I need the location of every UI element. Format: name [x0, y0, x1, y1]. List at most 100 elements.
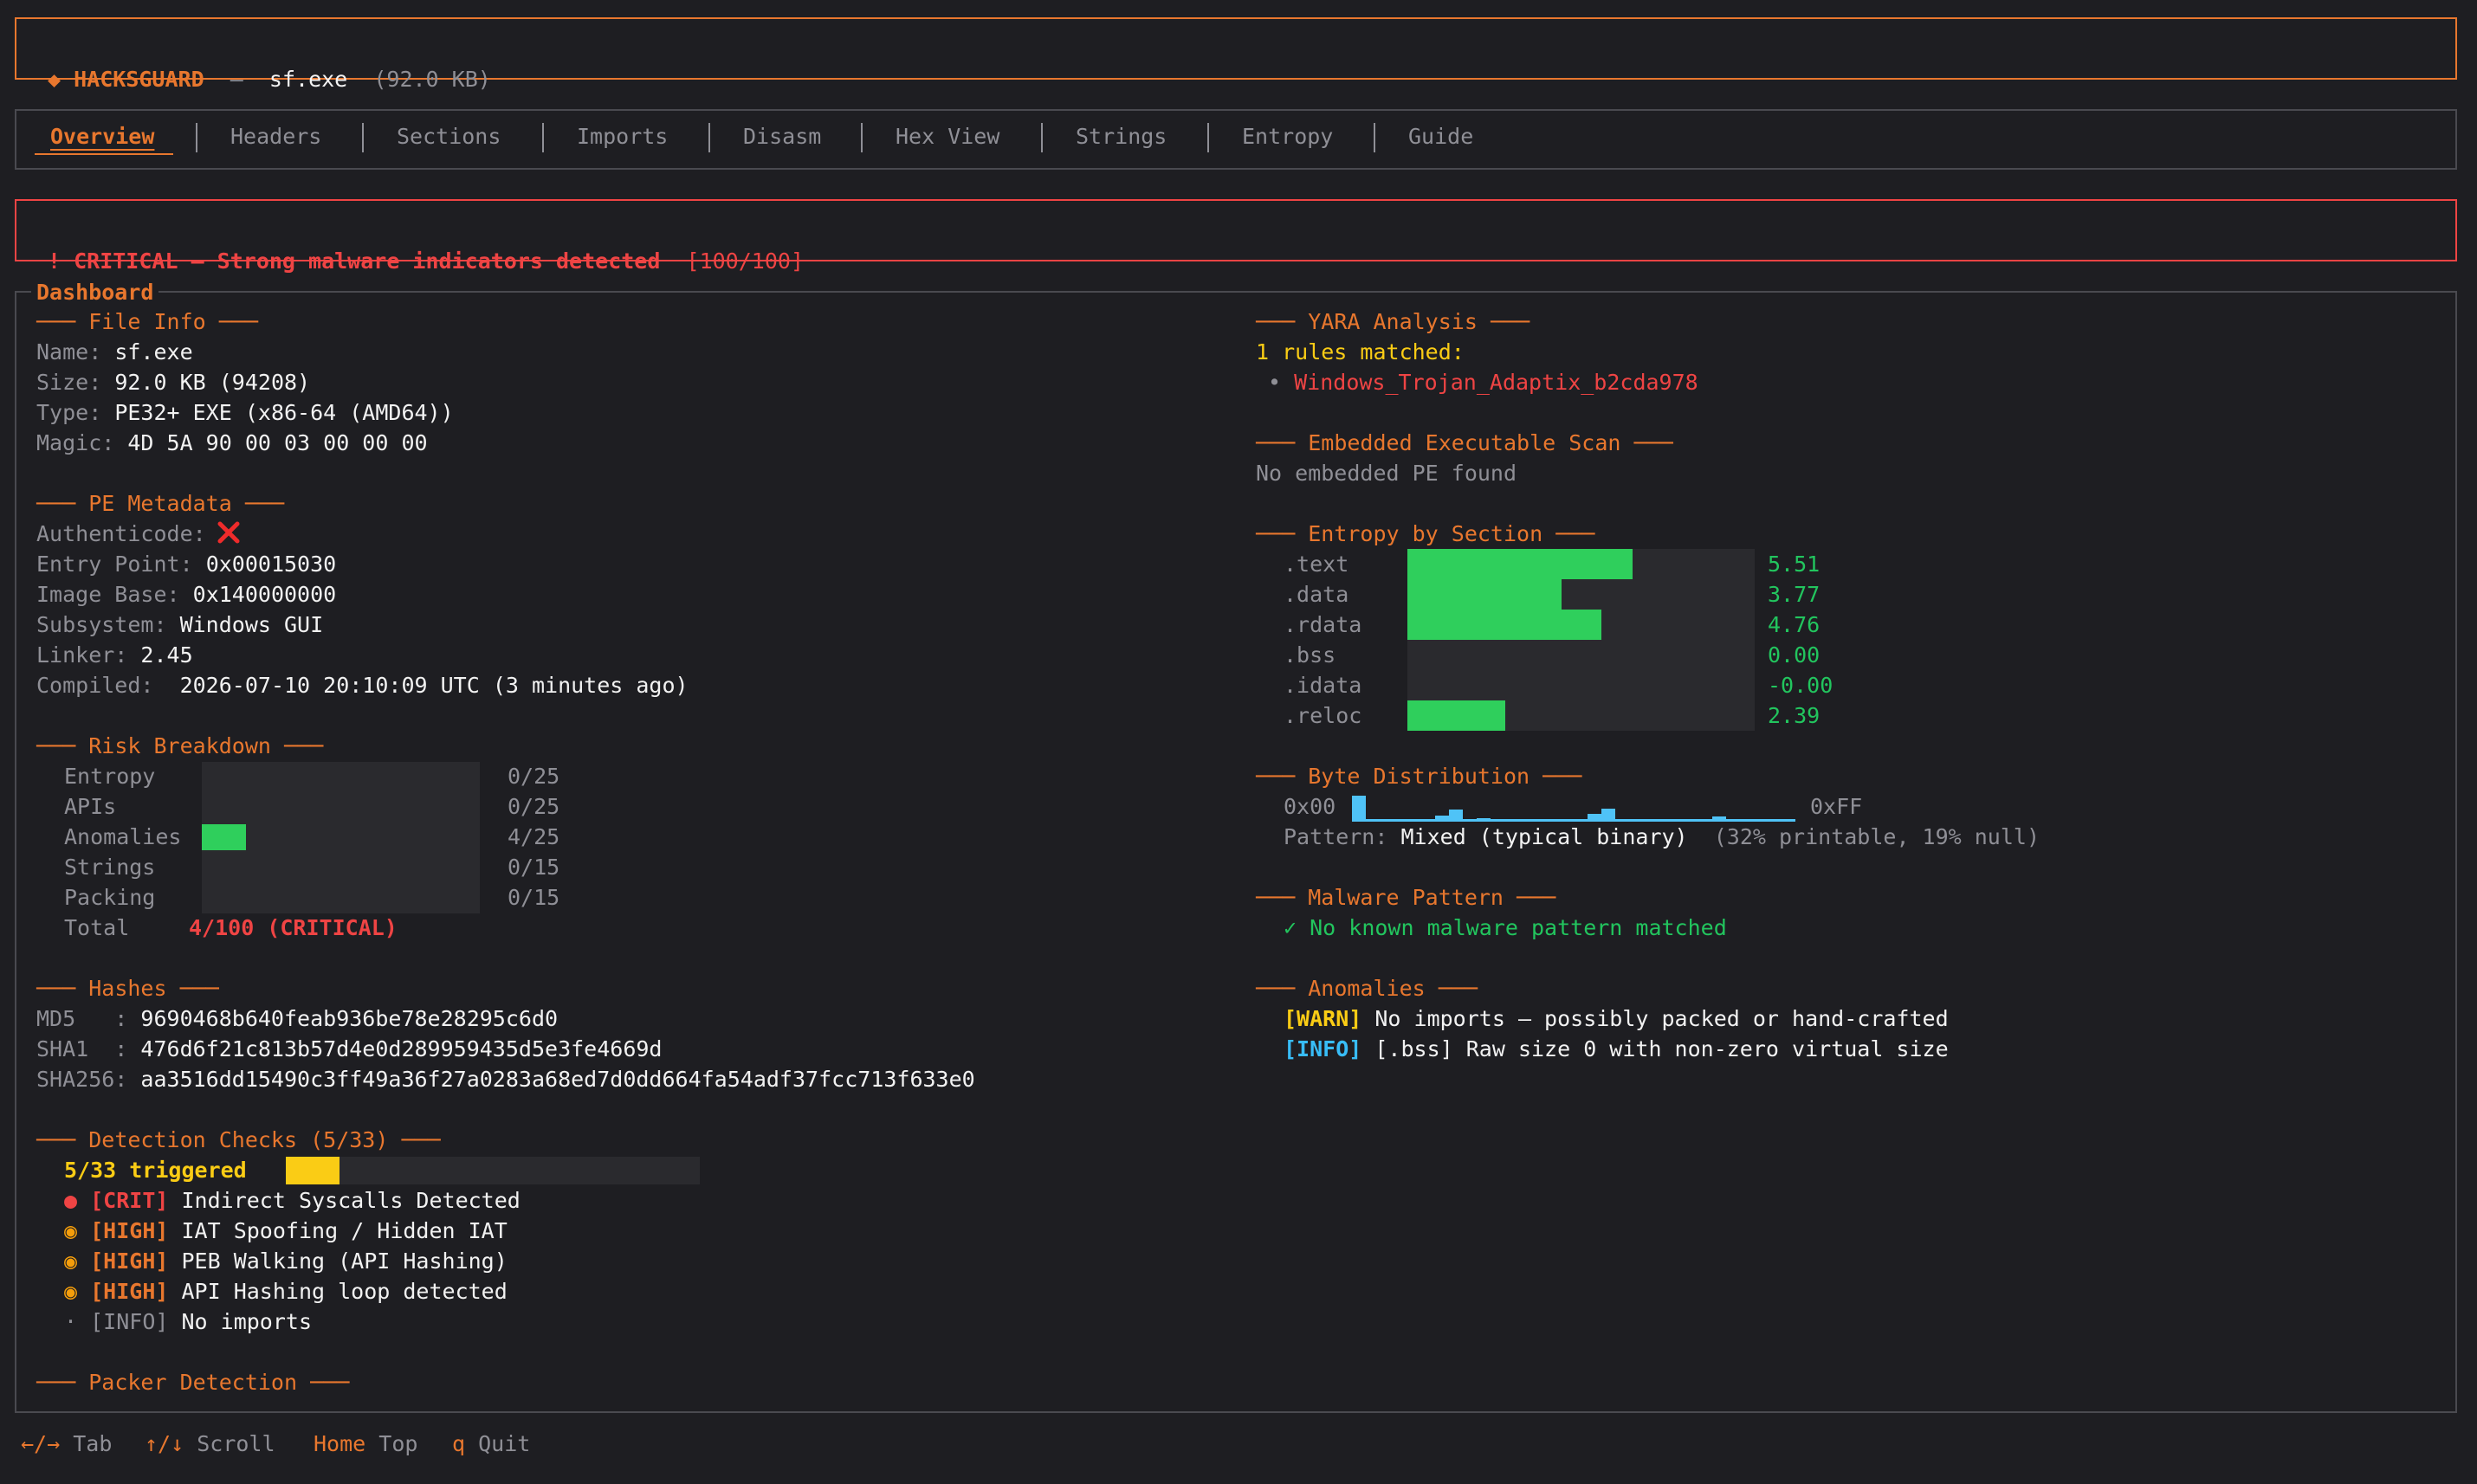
- entropy-bar: [1407, 610, 1601, 640]
- entropy-row: .rdata: [1284, 610, 1361, 640]
- tab-strings[interactable]: Strings: [1076, 124, 1167, 149]
- file-info-title-rule-right: ───: [205, 309, 258, 334]
- detection-track: [286, 1157, 700, 1184]
- file-info-value: 4D 5A 90 00 03 00 00 00: [127, 430, 428, 455]
- malware-pattern-title-rule-right: ───: [1504, 885, 1556, 910]
- severity-bullet-icon: ◉: [64, 1248, 78, 1274]
- pe-metadata-label: Entry Point:: [36, 552, 193, 577]
- detection-checks-title-rule-right: ───: [388, 1127, 441, 1152]
- entropy-value: 0.00: [1768, 642, 1821, 668]
- risk-label: Strings: [64, 855, 156, 880]
- embedded-scan-title-text: Embedded Executable Scan: [1308, 430, 1621, 455]
- footer-hint[interactable]: ←/→ Tab: [21, 1429, 112, 1459]
- tab-entropy[interactable]: Entropy: [1242, 124, 1333, 149]
- risk-breakdown-title-text: Risk Breakdown: [88, 733, 271, 758]
- tab-bar: [15, 109, 2457, 170]
- detection-fill: [286, 1157, 340, 1184]
- detection-text: PEB Walking (API Hashing): [181, 1248, 508, 1274]
- histogram-bar: [1601, 809, 1615, 822]
- detection-item: ◉ [HIGH] API Hashing loop detected: [64, 1276, 508, 1307]
- risk-total-label: Total: [64, 915, 130, 940]
- tab-imports[interactable]: Imports: [577, 124, 668, 149]
- footer-hint[interactable]: Home Top: [314, 1429, 417, 1459]
- entropy-row: .data: [1284, 579, 1348, 610]
- detection-item: · [INFO] No imports: [64, 1307, 312, 1337]
- file-info-row: Magic: 4D 5A 90 00 03 00 00 00: [36, 428, 428, 458]
- byte-distribution-title-rule-left: ───: [1256, 764, 1309, 789]
- pe-metadata-label: Linker:: [36, 642, 128, 668]
- alert-score: [100/100]: [686, 248, 804, 274]
- file-info-value: 92.0 KB (94208): [114, 370, 311, 395]
- hash-row: MD5 : 9690468b640feab936be78e28295c6d0: [36, 1003, 558, 1034]
- tab-sections[interactable]: Sections: [397, 124, 501, 149]
- histogram-bar: [1435, 816, 1449, 822]
- yara-matched-row: 1 rules matched:: [1256, 337, 1465, 367]
- pe-metadata-label: Subsystem:: [36, 612, 167, 637]
- risk-row: Entropy: [64, 761, 155, 791]
- tab-guide[interactable]: Guide: [1408, 124, 1473, 149]
- file-info-value: sf.exe: [114, 339, 193, 365]
- file-info-row: Type: PE32+ EXE (x86-64 (AMD64)): [36, 397, 454, 428]
- tab-hex-view[interactable]: Hex View: [896, 124, 999, 149]
- entropy-bar: [1407, 700, 1505, 731]
- file-info-label: Name:: [36, 339, 102, 365]
- entropy-bar: [1407, 549, 1633, 579]
- detection-text: IAT Spoofing / Hidden IAT: [181, 1218, 508, 1243]
- check-icon: ✓: [1284, 915, 1297, 940]
- risk-score: 0/25: [508, 791, 559, 822]
- hash-label: MD5 :: [36, 1006, 128, 1031]
- file-info-row: Size: 92.0 KB (94208): [36, 367, 310, 397]
- byte-start-row: 0x00: [1284, 791, 1336, 822]
- pe-metadata-label: Compiled:: [36, 673, 154, 698]
- anomaly-tag: [INFO]: [1284, 1036, 1362, 1061]
- tab-headers[interactable]: Headers: [230, 124, 321, 149]
- risk-label: Entropy: [64, 764, 156, 789]
- detection-item: ● [CRIT] Indirect Syscalls Detected: [64, 1185, 521, 1216]
- embedded-scan-title: ─── Embedded Executable Scan ───: [1256, 428, 1673, 458]
- hash-label: SHA256:: [36, 1067, 128, 1092]
- entropy-value-row: 2.39: [1768, 700, 1820, 731]
- detection-text: Indirect Syscalls Detected: [181, 1188, 521, 1213]
- risk-score: 4/25: [508, 822, 559, 852]
- yara-title: ─── YARA Analysis ───: [1256, 306, 1530, 337]
- entropy-value-row: 4.76: [1768, 610, 1820, 640]
- risk-score-value: 0/25: [508, 794, 560, 819]
- byte-distribution-title: ─── Byte Distribution ───: [1256, 761, 1581, 791]
- severity-bullet-icon: ●: [64, 1188, 78, 1213]
- risk-bar-fill: [202, 824, 246, 850]
- risk-label: Anomalies: [64, 824, 182, 849]
- tab-divider: [1374, 123, 1375, 152]
- dashboard-title: Dashboard: [31, 277, 159, 307]
- tab-disasm[interactable]: Disasm: [743, 124, 821, 149]
- entropy-value-row: -0.00: [1768, 670, 1833, 700]
- pattern-note: (32% printable, 19% null): [1713, 824, 2040, 849]
- severity-tag: [HIGH]: [90, 1248, 169, 1274]
- entropy-value: 3.77: [1768, 582, 1821, 607]
- detection-text: API Hashing loop detected: [181, 1279, 508, 1304]
- footer-hint[interactable]: ↑/↓ Scroll: [145, 1429, 275, 1459]
- byte-distribution-title-text: Byte Distribution: [1308, 764, 1530, 789]
- embedded-scan-row: No embedded PE found: [1256, 458, 1517, 488]
- tab-divider: [542, 123, 544, 152]
- hash-value: aa3516dd15490c3ff49a36f27a0283a68ed7d0dd…: [140, 1067, 975, 1092]
- byte-pattern-row: Pattern: Mixed (typical binary) (32% pri…: [1284, 822, 2040, 852]
- anomaly-row: [WARN] No imports — possibly packed or h…: [1284, 1003, 1949, 1034]
- file-name: sf.exe: [268, 67, 348, 92]
- pe-metadata-value: 0x140000000: [192, 582, 337, 607]
- entropy-title-text: Entropy by Section: [1308, 521, 1543, 546]
- risk-breakdown-title: ─── Risk Breakdown ───: [36, 731, 323, 761]
- pe-metadata-title-rule-right: ───: [231, 491, 285, 516]
- risk-score-value: 0/15: [508, 855, 560, 880]
- anomalies-title: ─── Anomalies ───: [1256, 973, 1478, 1003]
- entropy-row: .reloc: [1284, 700, 1361, 731]
- footer-label: Quit: [478, 1431, 531, 1456]
- risk-row: Packing: [64, 882, 155, 913]
- detection-checks-title-rule-left: ───: [36, 1127, 89, 1152]
- entropy-value-row: 5.51: [1768, 549, 1820, 579]
- footer-hint[interactable]: q Quit: [452, 1429, 530, 1459]
- pattern-label: Pattern:: [1284, 824, 1388, 849]
- pe-metadata-value: Windows GUI: [179, 612, 324, 637]
- yara-matched: 1 rules matched:: [1256, 339, 1465, 365]
- tab-overview[interactable]: Overview: [50, 124, 154, 149]
- detection-item: ◉ [HIGH] PEB Walking (API Hashing): [64, 1246, 508, 1276]
